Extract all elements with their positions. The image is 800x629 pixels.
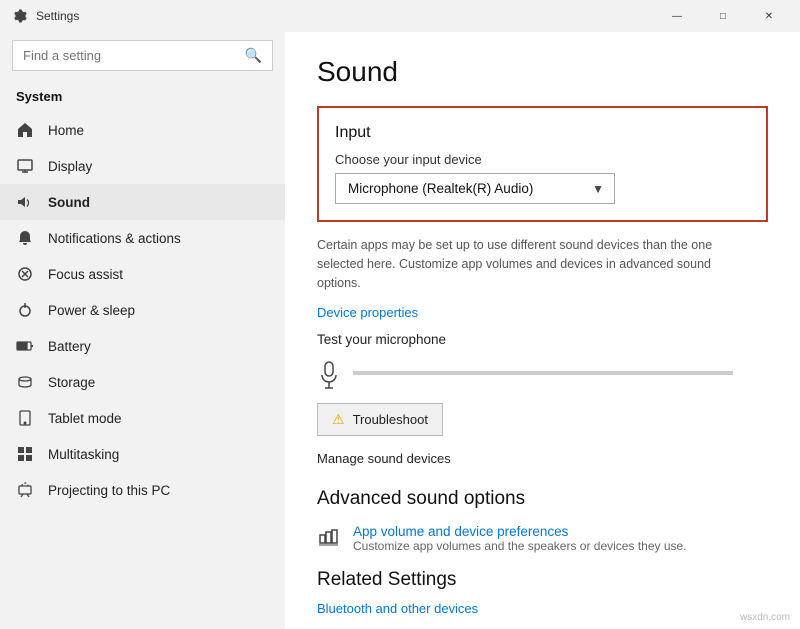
sidebar-item-home[interactable]: Home [0,112,285,148]
sound-icon [16,193,34,211]
sidebar-label-battery: Battery [48,339,91,354]
info-text: Certain apps may be set up to use differ… [317,236,747,292]
page-title: Sound [317,56,768,88]
app-volume-subtitle: Customize app volumes and the speakers o… [353,539,687,553]
sidebar-label-display: Display [48,159,92,174]
warning-icon: ⚠ [332,411,345,428]
power-icon [16,301,34,319]
input-device-dropdown[interactable]: Microphone (Realtek(R) Audio) ▼ [335,173,615,204]
dropdown-arrow-icon: ▼ [592,182,604,196]
selected-device-text: Microphone (Realtek(R) Audio) [348,181,533,196]
sidebar-label-notifications: Notifications & actions [48,231,181,246]
manage-sound-devices-link[interactable]: Manage sound devices [317,451,451,466]
search-icon: 🔍 [245,47,262,64]
troubleshoot-label: Troubleshoot [353,412,428,427]
advanced-item-text-0: App volume and device preferences Custom… [353,524,687,553]
title-bar-left: Settings [12,8,79,24]
main-content: Sound Input Choose your input device Mic… [285,32,800,629]
sidebar: 🔍 System Home Display Sound Notifi [0,32,285,629]
sidebar-item-power[interactable]: Power & sleep [0,292,285,328]
settings-icon [12,8,28,24]
sidebar-label-multitasking: Multitasking [48,447,119,462]
sidebar-label-focus: Focus assist [48,267,123,282]
sidebar-item-battery[interactable]: Battery [0,328,285,364]
input-section-box: Input Choose your input device Microphon… [317,106,768,222]
sidebar-label-tablet: Tablet mode [48,411,122,426]
maximize-button[interactable]: □ [700,0,746,32]
notifications-icon [16,229,34,247]
display-icon [16,157,34,175]
sidebar-label-storage: Storage [48,375,95,390]
device-properties-link[interactable]: Device properties [317,305,418,320]
sidebar-item-display[interactable]: Display [0,148,285,184]
battery-icon [16,337,34,355]
microphone-icon [317,357,341,389]
app-volume-link[interactable]: App volume and device preferences [353,524,687,539]
app-title: Settings [36,9,79,23]
related-heading: Related Settings [317,569,768,591]
app-body: 🔍 System Home Display Sound Notifi [0,32,800,629]
mic-test-area [317,357,768,389]
test-mic-label: Test your microphone [317,332,768,347]
search-box[interactable]: 🔍 [12,40,273,71]
sidebar-label-power: Power & sleep [48,303,135,318]
sidebar-item-focus[interactable]: Focus assist [0,256,285,292]
close-button[interactable]: ✕ [746,0,792,32]
tablet-icon [16,409,34,427]
sidebar-item-notifications[interactable]: Notifications & actions [0,220,285,256]
choose-input-label: Choose your input device [335,152,746,167]
minimize-button[interactable]: — [654,0,700,32]
sidebar-label-sound: Sound [48,195,90,210]
projecting-icon [16,481,34,499]
sidebar-item-multitasking[interactable]: Multitasking [0,436,285,472]
sidebar-label-projecting: Projecting to this PC [48,483,170,498]
troubleshoot-button[interactable]: ⚠ Troubleshoot [317,403,443,436]
sidebar-label-home: Home [48,123,84,138]
home-icon [16,121,34,139]
search-input[interactable] [23,48,237,63]
window-controls: — □ ✕ [654,0,792,32]
sidebar-item-projecting[interactable]: Projecting to this PC [0,472,285,508]
watermark: wsxdn.com [740,612,790,623]
sidebar-item-storage[interactable]: Storage [0,364,285,400]
bluetooth-link[interactable]: Bluetooth and other devices [317,601,768,616]
multitasking-icon [16,445,34,463]
app-volume-icon [317,526,339,548]
focus-icon [16,265,34,283]
title-bar: Settings — □ ✕ [0,0,800,32]
input-section-heading: Input [335,124,746,142]
sidebar-item-tablet[interactable]: Tablet mode [0,400,285,436]
advanced-heading: Advanced sound options [317,488,768,510]
advanced-item-0: App volume and device preferences Custom… [317,524,768,553]
storage-icon [16,373,34,391]
sidebar-section-label: System [0,83,285,112]
sidebar-item-sound[interactable]: Sound [0,184,285,220]
mic-level-bar [353,371,733,375]
